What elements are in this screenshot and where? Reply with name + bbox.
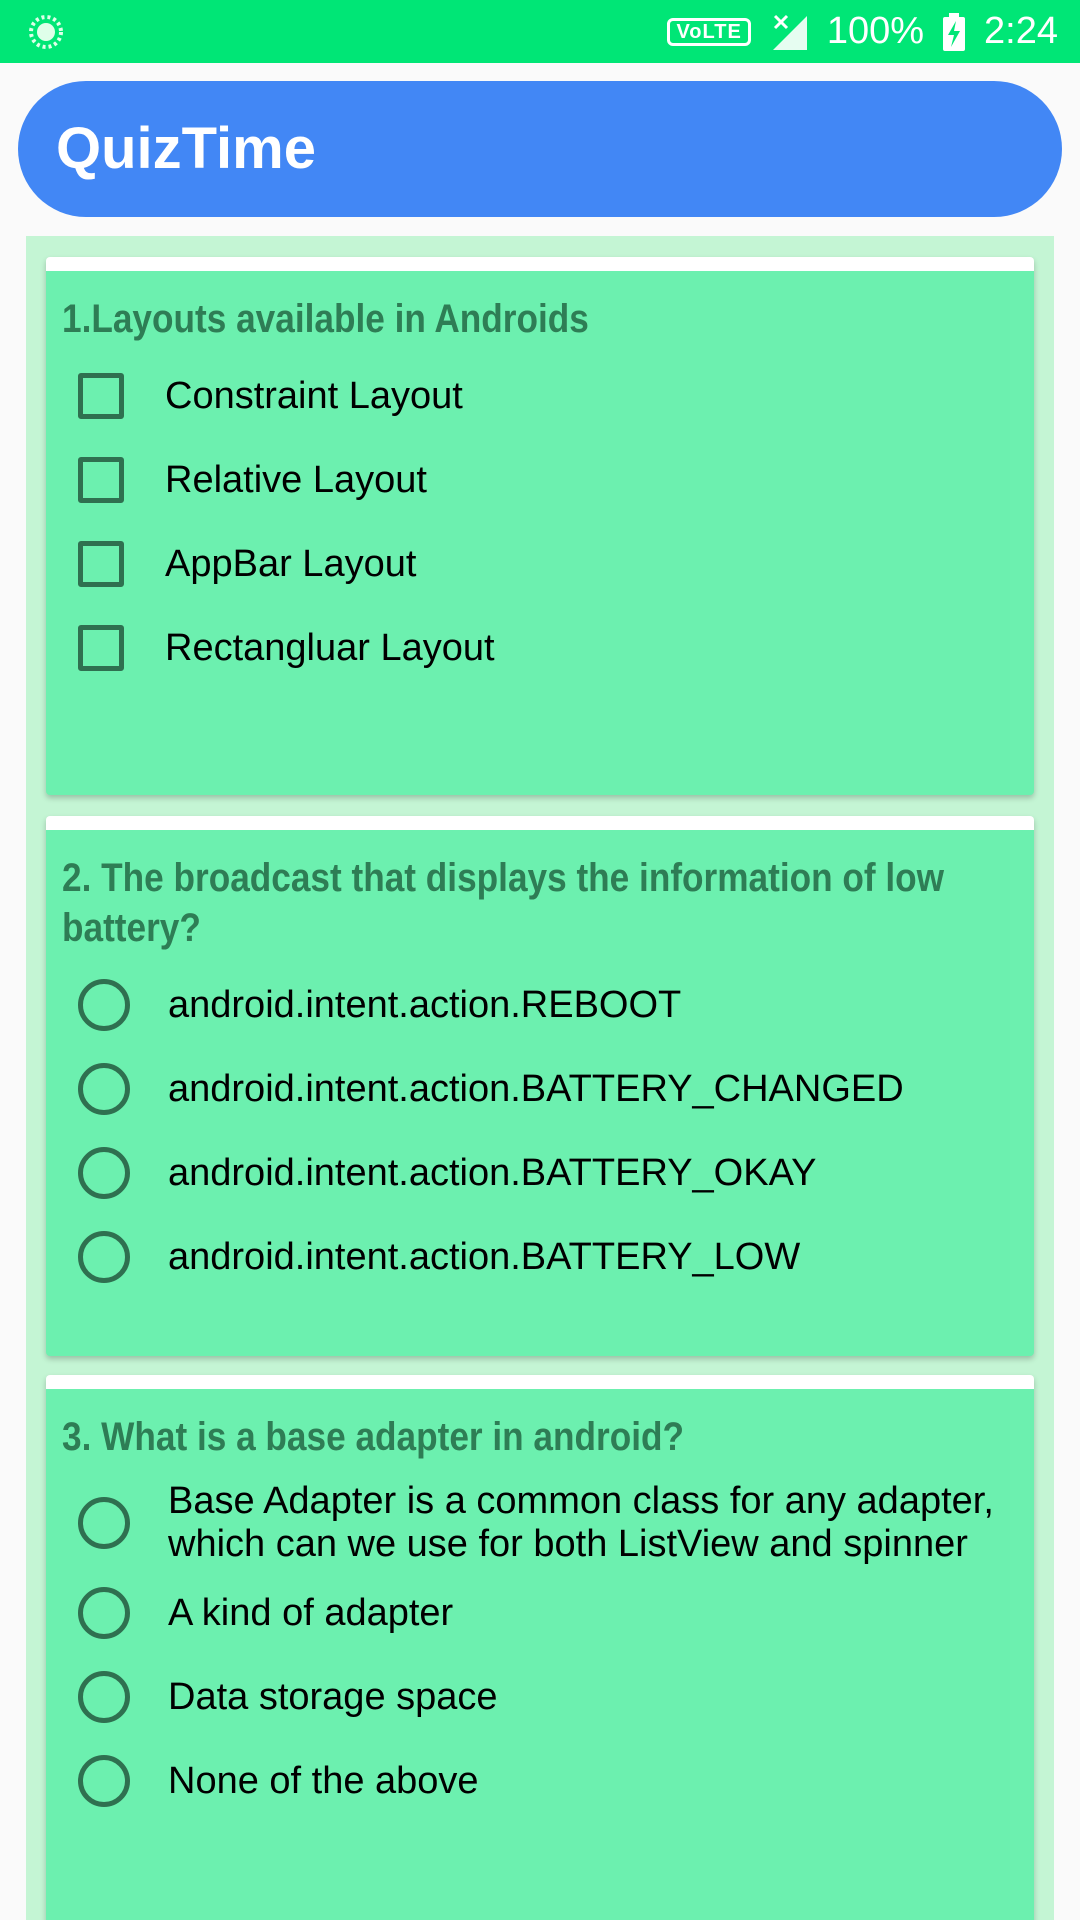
radio-option[interactable]: android.intent.action.BATTERY_LOW: [78, 1231, 1014, 1283]
radio-option[interactable]: None of the above: [78, 1755, 1014, 1807]
radio-button[interactable]: [78, 979, 130, 1031]
status-bar: VoLTE 100% 2:24: [0, 0, 1080, 63]
option-label: Base Adapter is a common class for any a…: [168, 1480, 994, 1565]
radio-button[interactable]: [78, 1147, 130, 1199]
app-bar: QuizTime: [18, 81, 1062, 217]
question-card: 2. The broadcast that displays the infor…: [46, 816, 1034, 1356]
option-label: Constraint Layout: [165, 374, 463, 417]
option-label: Rectangluar Layout: [165, 626, 495, 669]
checkbox[interactable]: [78, 457, 124, 503]
option-label: Data storage space: [168, 1675, 498, 1718]
checkbox-option[interactable]: Relative Layout: [78, 457, 1014, 503]
clock: 2:24: [984, 10, 1058, 52]
checkbox-option[interactable]: AppBar Layout: [78, 541, 1014, 587]
option-label: None of the above: [168, 1759, 479, 1802]
screen: VoLTE 100% 2:24 QuizTime 1.Layouts avail…: [0, 0, 1080, 1920]
question-text: 3. What is a base adapter in android?: [62, 1415, 685, 1459]
radio-option[interactable]: android.intent.action.BATTERY_CHANGED: [78, 1063, 1014, 1115]
option-label: android.intent.action.BATTERY_CHANGED: [168, 1067, 904, 1110]
option-label: android.intent.action.BATTERY_OKAY: [168, 1151, 817, 1194]
option-label: android.intent.action.BATTERY_LOW: [168, 1235, 801, 1278]
battery-charging-icon: [943, 12, 966, 51]
option-label: A kind of adapter: [168, 1591, 454, 1634]
radio-option[interactable]: A kind of adapter: [78, 1587, 1014, 1639]
battery-percent: 100%: [826, 10, 925, 52]
question-text: 1.Layouts available in Androids: [62, 297, 589, 341]
radio-option[interactable]: Base Adapter is a common class for any a…: [78, 1480, 1014, 1566]
status-right: VoLTE 100% 2:24: [667, 0, 1058, 63]
question-text: 2. The broadcast that displays the infor…: [62, 856, 945, 950]
checkbox[interactable]: [78, 541, 124, 587]
checkbox-option[interactable]: Constraint Layout: [78, 373, 1014, 419]
checkbox[interactable]: [78, 625, 124, 671]
question-card: 1.Layouts available in Androids Constrai…: [46, 257, 1034, 795]
radio-button[interactable]: [78, 1497, 130, 1549]
radio-option[interactable]: android.intent.action.REBOOT: [78, 979, 1014, 1031]
radio-button[interactable]: [78, 1755, 130, 1807]
volte-badge: VoLTE: [667, 17, 751, 46]
question-list[interactable]: 1.Layouts available in Androids Constrai…: [26, 236, 1054, 1920]
option-label: AppBar Layout: [165, 542, 417, 585]
radio-option[interactable]: Data storage space: [78, 1671, 1014, 1723]
checkbox[interactable]: [78, 373, 124, 419]
signal-icon: [772, 14, 807, 50]
option-label: android.intent.action.REBOOT: [168, 983, 682, 1026]
radio-button[interactable]: [78, 1063, 130, 1115]
radio-button[interactable]: [78, 1231, 130, 1283]
radio-button[interactable]: [78, 1587, 130, 1639]
question-card: 3. What is a base adapter in android? Ba…: [46, 1375, 1034, 1920]
radio-option[interactable]: android.intent.action.BATTERY_OKAY: [78, 1147, 1014, 1199]
option-label: Relative Layout: [165, 458, 427, 501]
checkbox-option[interactable]: Rectangluar Layout: [78, 625, 1014, 671]
radio-button[interactable]: [78, 1671, 130, 1723]
sync-icon: [29, 15, 63, 49]
app-title: QuizTime: [56, 116, 316, 181]
